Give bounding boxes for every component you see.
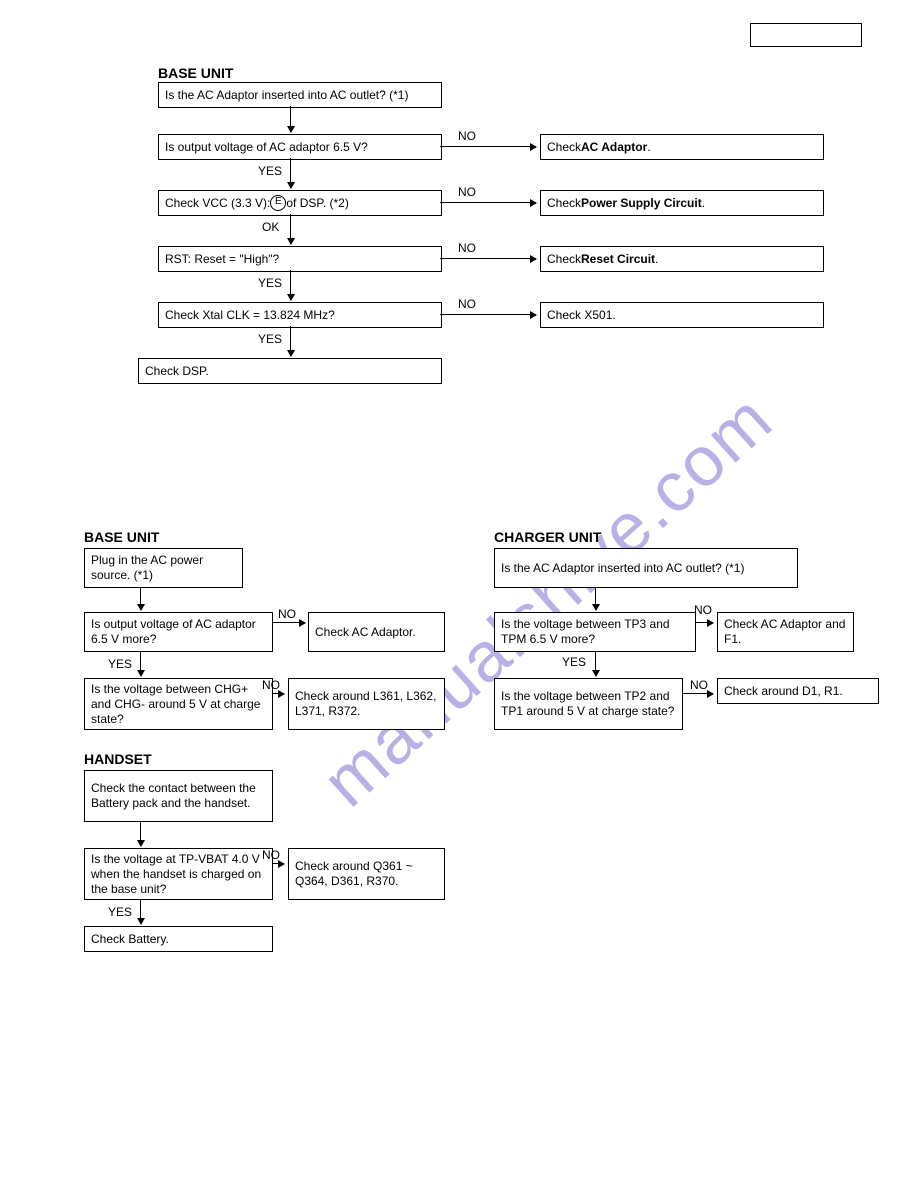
s3-n3: Check Battery. <box>84 926 273 952</box>
s1-n4no-post: . <box>655 252 658 267</box>
s1-n4-text: RST: Reset = "High"? <box>165 252 279 267</box>
s1-n3no-post: . <box>702 196 705 211</box>
s2-no1: NO <box>278 607 296 621</box>
s4-yes1: YES <box>562 655 586 669</box>
s1-yes3: YES <box>258 332 282 346</box>
s1-n3-post: of DSP. (*2) <box>286 196 348 211</box>
s2-n2-text: Is output voltage of AC adaptor 6.5 V mo… <box>91 617 266 647</box>
s4-n3: Is the voltage between TP2 and TP1 aroun… <box>494 678 683 730</box>
s1-n3no: Check Power Supply Circuit. <box>540 190 824 216</box>
s4-n2no-text: Check AC Adaptor and F1. <box>724 617 847 647</box>
s3-n1: Check the contact between the Battery pa… <box>84 770 273 822</box>
s1-a2v <box>290 158 291 188</box>
s1-n4no-pre: Check <box>547 252 581 267</box>
s1-n4: RST: Reset = "High"? <box>158 246 442 272</box>
s1-a1 <box>290 106 291 132</box>
s1-a4h <box>440 258 536 259</box>
s3-n2no-text: Check around Q361 ~ Q364, D361, R370. <box>295 859 438 889</box>
s1-yes2: YES <box>258 276 282 290</box>
s4-no2: NO <box>690 678 708 692</box>
s1-n2no-b: AC Adaptor <box>581 140 647 155</box>
s4-n3no: Check around D1, R1. <box>717 678 879 704</box>
s3-n2: Is the voltage at TP-VBAT 4.0 V when the… <box>84 848 273 900</box>
s3-yes1: YES <box>108 905 132 919</box>
s2-n1: Plug in the AC power source. (*1) <box>84 548 243 588</box>
s4-a1 <box>595 588 596 610</box>
s1-a5v <box>290 326 291 356</box>
s4-n2-text: Is the voltage between TP3 and TPM 6.5 V… <box>501 617 689 647</box>
s1-a2h <box>440 146 536 147</box>
s2-no2: NO <box>262 678 280 692</box>
s2-n3: Is the voltage between CHG+ and CHG- aro… <box>84 678 273 730</box>
s1-n5no: Check X501. <box>540 302 824 328</box>
section2-title: BASE UNIT <box>84 529 159 545</box>
s1-a5h <box>440 314 536 315</box>
s1-n2no: Check AC Adaptor. <box>540 134 824 160</box>
s1-n5no-text: Check X501. <box>547 308 616 323</box>
s3-n3-text: Check Battery. <box>91 932 169 947</box>
s4-no1: NO <box>694 603 712 617</box>
s4-a2v <box>595 652 596 676</box>
s1-n2-text: Is output voltage of AC adaptor 6.5 V? <box>165 140 368 155</box>
s4-n3-text: Is the voltage between TP2 and TP1 aroun… <box>501 689 676 719</box>
s1-n4no: Check Reset Circuit. <box>540 246 824 272</box>
s1-a3h <box>440 202 536 203</box>
s2-yes1: YES <box>108 657 132 671</box>
s1-ok: OK <box>262 220 279 234</box>
s1-no3: NO <box>458 241 476 255</box>
s4-n2: Is the voltage between TP3 and TPM 6.5 V… <box>494 612 696 652</box>
s2-n2no-text: Check AC Adaptor. <box>315 625 416 640</box>
s2-a1 <box>140 588 141 610</box>
s1-n1-text: Is the AC Adaptor inserted into AC outle… <box>165 88 408 103</box>
s1-n2no-pre: Check <box>547 140 581 155</box>
s2-a2v <box>140 652 141 676</box>
s1-n6: Check DSP. <box>138 358 442 384</box>
s3-no1: NO <box>262 848 280 862</box>
s1-n6-text: Check DSP. <box>145 364 209 379</box>
s3-n2no: Check around Q361 ~ Q364, D361, R370. <box>288 848 445 900</box>
s2-n2no: Check AC Adaptor. <box>308 612 445 652</box>
s3-a2v <box>140 900 141 924</box>
s4-n2no: Check AC Adaptor and F1. <box>717 612 854 652</box>
s1-n1: Is the AC Adaptor inserted into AC outle… <box>158 82 442 108</box>
s2-n3-text: Is the voltage between CHG+ and CHG- aro… <box>91 682 266 727</box>
s1-no4: NO <box>458 297 476 311</box>
s1-a3v <box>290 214 291 244</box>
page: manualshive.com BASE UNIT Is the AC Adap… <box>0 0 918 1188</box>
top-right-box <box>750 23 862 47</box>
s1-no1: NO <box>458 129 476 143</box>
s1-n3no-b: Power Supply Circuit <box>581 196 702 211</box>
s1-n4no-b: Reset Circuit <box>581 252 655 267</box>
s1-no2: NO <box>458 185 476 199</box>
s1-n2: Is output voltage of AC adaptor 6.5 V? <box>158 134 442 160</box>
s4-n1-text: Is the AC Adaptor inserted into AC outle… <box>501 561 744 576</box>
s3-a2h <box>272 863 284 864</box>
watermark: manualshive.com <box>307 378 788 822</box>
s2-a3h <box>272 693 284 694</box>
section1-title: BASE UNIT <box>158 65 233 81</box>
s2-n2: Is output voltage of AC adaptor 6.5 V mo… <box>84 612 273 652</box>
s4-n1: Is the AC Adaptor inserted into AC outle… <box>494 548 798 588</box>
s4-n3no-text: Check around D1, R1. <box>724 684 843 699</box>
circle-e-icon: E <box>270 195 286 211</box>
s2-n3no: Check around L361, L362, L371, R372. <box>288 678 445 730</box>
section3-title: HANDSET <box>84 751 152 767</box>
s1-n3: Check VCC (3.3 V): E of DSP. (*2) <box>158 190 442 216</box>
s3-n1-text: Check the contact between the Battery pa… <box>91 781 266 811</box>
s3-a1 <box>140 822 141 846</box>
s2-n1-text: Plug in the AC power source. (*1) <box>91 553 236 583</box>
s4-a3h <box>682 693 713 694</box>
s1-n3no-pre: Check <box>547 196 581 211</box>
s1-n3-pre: Check VCC (3.3 V): <box>165 196 270 211</box>
s1-a4v <box>290 270 291 300</box>
s1-n5: Check Xtal CLK = 13.824 MHz? <box>158 302 442 328</box>
s1-n5-text: Check Xtal CLK = 13.824 MHz? <box>165 308 335 323</box>
s1-yes1: YES <box>258 164 282 178</box>
section4-title: CHARGER UNIT <box>494 529 601 545</box>
s3-n2-text: Is the voltage at TP-VBAT 4.0 V when the… <box>91 852 266 897</box>
s4-a2h <box>695 622 713 623</box>
s2-a2h <box>272 622 305 623</box>
s1-n2no-post: . <box>647 140 650 155</box>
s2-n3no-text: Check around L361, L362, L371, R372. <box>295 689 438 719</box>
